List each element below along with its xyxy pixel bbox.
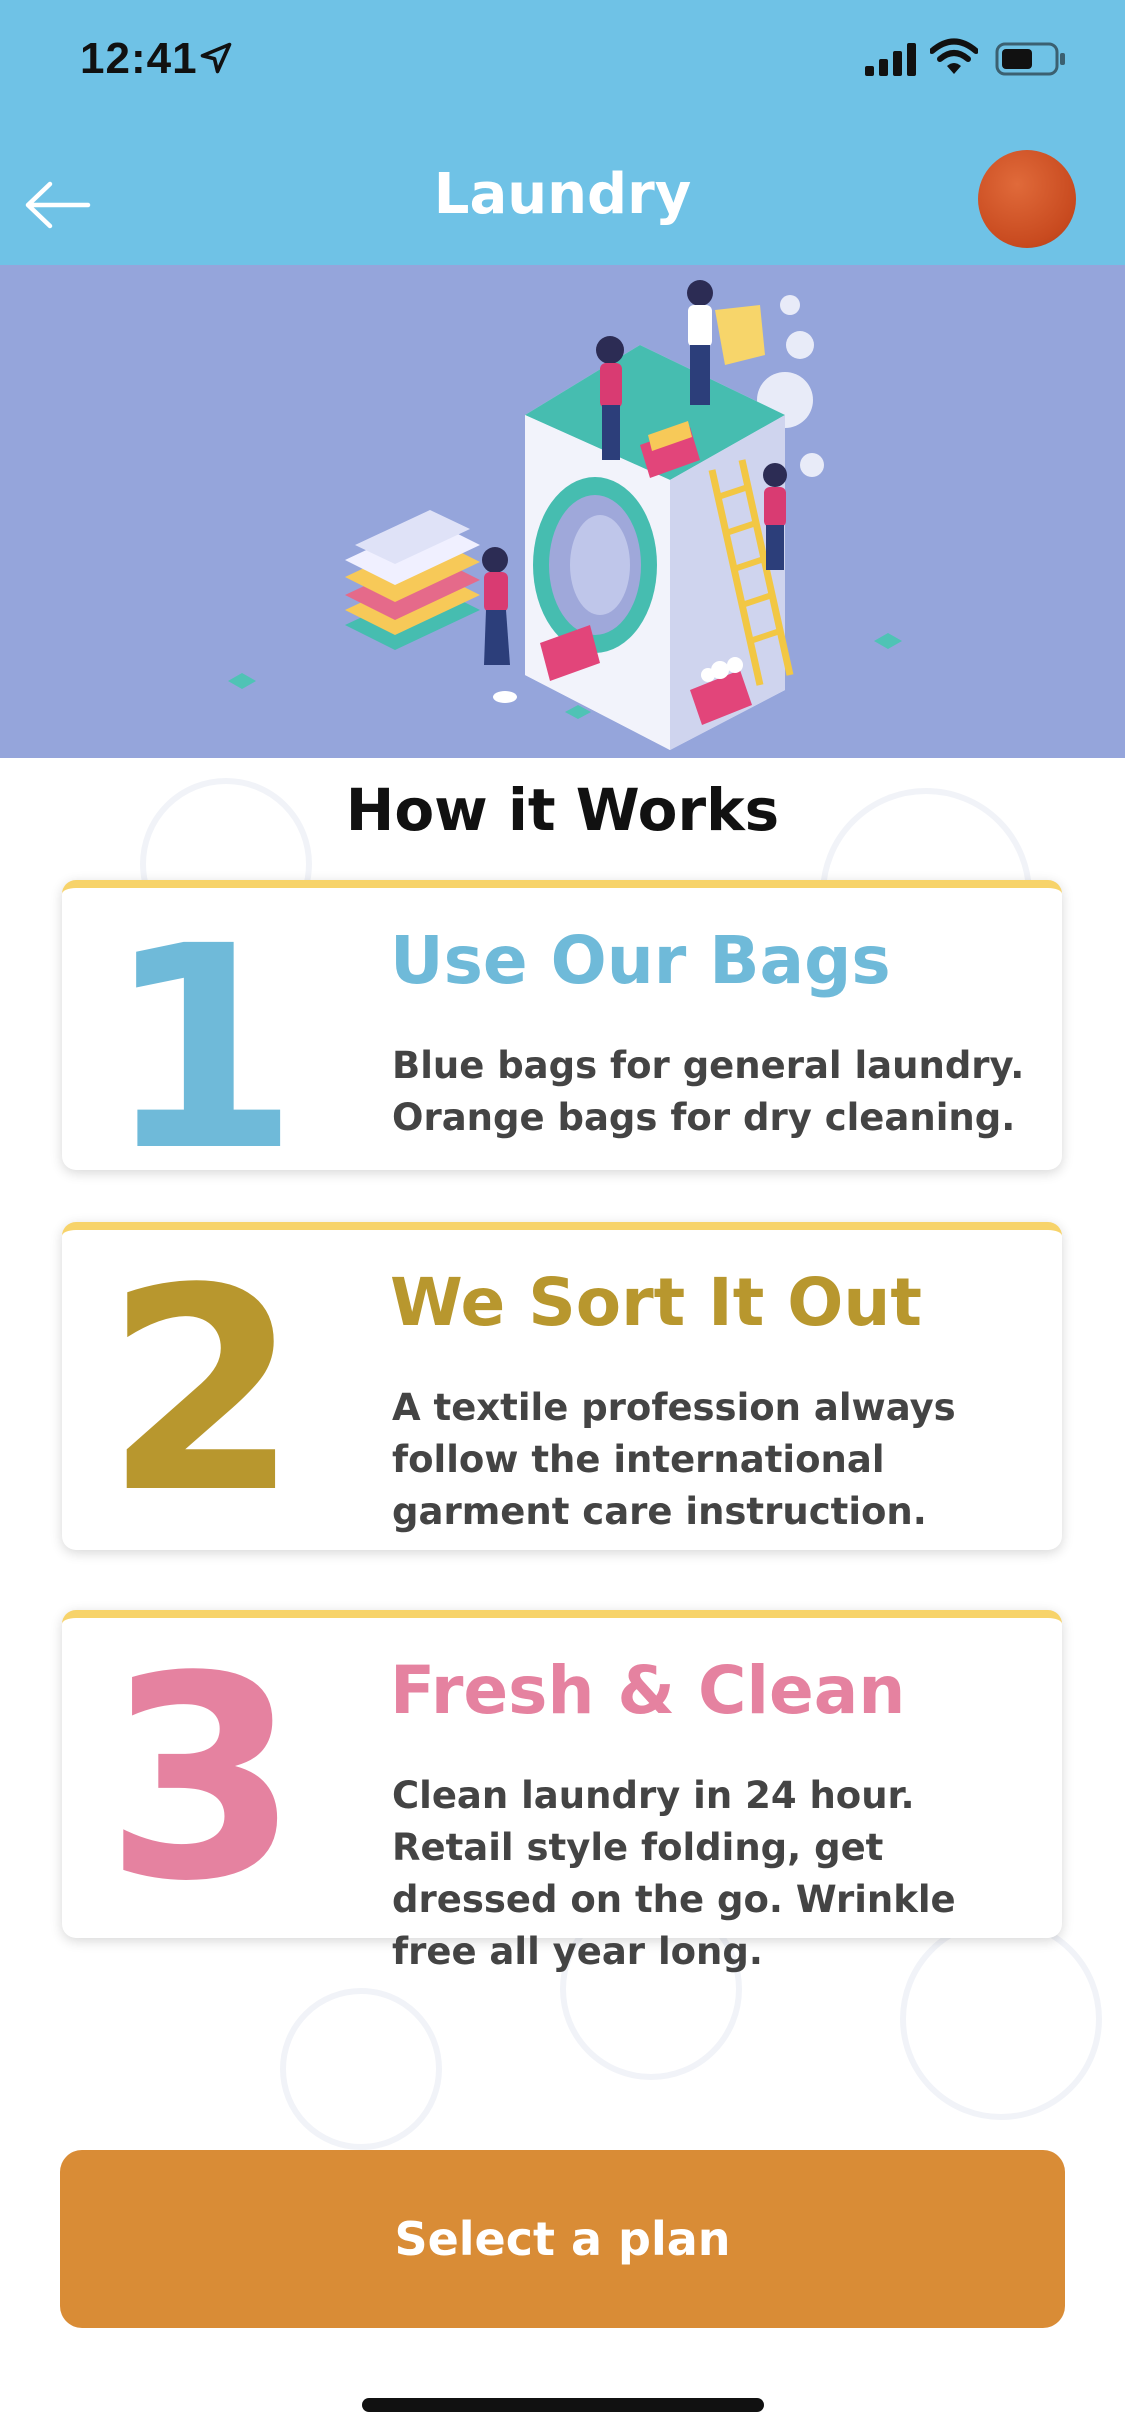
step-number: 1 [104, 887, 300, 1213]
step-title: Fresh & Clean [390, 1652, 906, 1729]
washing-machine-illustration [228, 280, 902, 750]
status-time: 12:41 [80, 34, 198, 83]
avatar[interactable] [978, 150, 1076, 248]
step-title: Use Our Bags [390, 922, 891, 999]
section-title: How it Works [345, 776, 780, 844]
step-description: A textile profession always follow the i… [392, 1386, 956, 1533]
location-arrow-icon [200, 42, 232, 74]
step-number: 2 [104, 1229, 300, 1555]
nav-bar: Laundry [0, 130, 1125, 265]
hero-illustration [0, 265, 1125, 758]
select-plan-button[interactable]: Select a plan [60, 2150, 1065, 2328]
home-indicator[interactable] [362, 2398, 764, 2412]
signal-icon [865, 43, 916, 76]
battery-icon [995, 42, 1065, 76]
wifi-icon [930, 38, 978, 74]
step-title: We Sort It Out [390, 1264, 922, 1341]
decor-circle [280, 1988, 442, 2150]
status-bar: 12:41 [0, 0, 1125, 130]
page-title: Laundry [433, 162, 692, 227]
step-description: Clean laundry in 24 hour. Retail style f… [392, 1774, 956, 1973]
step-number: 3 [104, 1617, 300, 1943]
step-card-3: 3 Fresh & Clean Clean laundry in 24 hour… [62, 1610, 1062, 1973]
step-card-1: 1 Use Our Bags Blue bags for general lau… [62, 880, 1062, 1190]
step-card-2: 2 We Sort It Out A textile profession al… [62, 1222, 1062, 1550]
step-description: Blue bags for general laundry. Orange ba… [392, 1044, 1025, 1139]
